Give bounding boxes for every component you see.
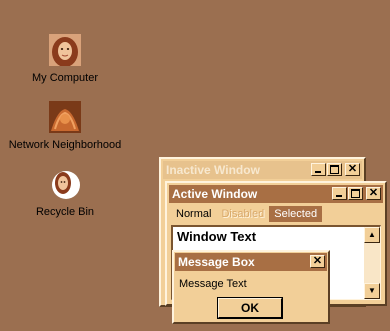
ok-button[interactable]: OK [217, 297, 283, 319]
recycle-bin-icon [49, 168, 81, 200]
minimize-icon [315, 171, 321, 173]
close-button[interactable]: ✕ [345, 163, 360, 176]
scroll-up-button[interactable]: ▲ [364, 227, 380, 243]
message-box-close-button[interactable]: ✕ [310, 255, 325, 268]
scroll-down-button[interactable]: ▼ [364, 283, 380, 299]
message-text: Message Text [179, 278, 247, 290]
network-neighborhood-icon [49, 101, 81, 133]
menu-bar: Normal Disabled Selected [171, 206, 323, 222]
maximize-icon [351, 189, 360, 198]
close-icon: ✕ [368, 187, 379, 199]
close-icon: ✕ [347, 163, 358, 175]
inactive-window-titlebar[interactable]: Inactive Window ✕ [163, 161, 362, 179]
message-box-titlebar[interactable]: Message Box ✕ [175, 253, 327, 271]
maximize-button[interactable] [348, 187, 363, 200]
message-box[interactable]: Message Box ✕ Message Text OK [172, 250, 330, 324]
maximize-button[interactable] [327, 163, 342, 176]
arrow-up-icon: ▲ [368, 230, 376, 239]
minimize-button[interactable] [311, 163, 326, 176]
menu-item-normal[interactable]: Normal [171, 206, 216, 222]
close-button[interactable]: ✕ [366, 187, 381, 200]
recycle-bin-label: Recycle Bin [35, 206, 95, 218]
minimize-button[interactable] [332, 187, 347, 200]
window-text: Window Text [177, 229, 257, 244]
desktop-icon-network-neighborhood[interactable]: Network Neighborhood [0, 101, 130, 152]
close-icon: ✕ [312, 255, 323, 267]
network-neighborhood-label: Network Neighborhood [8, 139, 122, 151]
active-window-title: Active Window [172, 187, 258, 201]
maximize-icon [330, 165, 339, 174]
minimize-icon [336, 195, 342, 197]
vertical-scrollbar[interactable]: ▲ ▼ [364, 227, 380, 299]
my-computer-label: My Computer [31, 72, 99, 84]
my-computer-icon [49, 34, 81, 66]
arrow-down-icon: ▼ [368, 286, 376, 295]
inactive-window-title: Inactive Window [166, 163, 260, 177]
menu-item-selected[interactable]: Selected [269, 206, 323, 222]
desktop-icon-my-computer[interactable]: My Computer [0, 34, 130, 85]
active-window-titlebar[interactable]: Active Window ✕ [169, 185, 383, 203]
message-box-title: Message Box [178, 255, 255, 269]
menu-item-disabled: Disabled [221, 208, 265, 220]
desktop-icon-recycle-bin[interactable]: Recycle Bin [0, 168, 130, 219]
